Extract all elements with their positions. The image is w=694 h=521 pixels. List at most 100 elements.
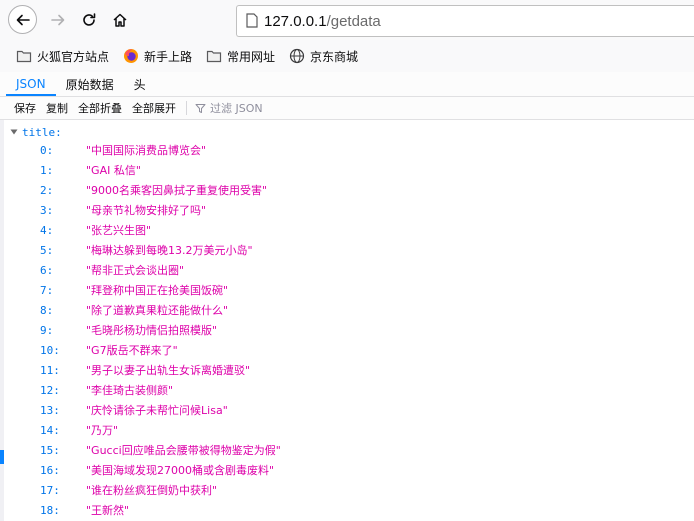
json-string-value: "9000名乘客因鼻拭子重复使用受害"	[86, 184, 268, 197]
json-index: 10:	[40, 343, 60, 357]
page-info-icon	[246, 13, 258, 28]
json-string-value: "GAI 私信"	[86, 164, 141, 177]
arrow-right-icon	[51, 14, 65, 26]
toolbar-divider	[186, 101, 187, 115]
url-text: 127.0.0.1/getdata	[264, 13, 381, 30]
json-row[interactable]: 14: "乃万"	[0, 420, 694, 440]
bookmark-label: 常用网址	[227, 49, 276, 64]
bookmark-getting-started[interactable]: 新手上路	[123, 44, 192, 68]
json-string-value: "母亲节礼物安排好了吗"	[86, 204, 207, 217]
json-row[interactable]: 17: "谁在粉丝疯狂倒奶中获利"	[0, 480, 694, 500]
home-button[interactable]	[106, 6, 134, 34]
json-row[interactable]: 12: "李佳琦古装侧颜"	[0, 380, 694, 400]
back-button[interactable]	[8, 5, 37, 34]
json-index: 7:	[40, 283, 54, 297]
json-index: 18:	[40, 503, 60, 517]
bookmark-label: 京东商城	[310, 49, 359, 64]
json-row[interactable]: 9: "毛晓彤杨玏情侣拍照模版"	[0, 320, 694, 340]
json-index: 17:	[40, 483, 60, 497]
json-tree: title: 0: "中国国际消费品博览会" 1: "GAI 私信" 2: "9000…	[0, 120, 694, 521]
json-string-value: "除了道歉真果粒还能做什么"	[86, 304, 229, 317]
home-icon	[113, 13, 127, 27]
json-string-value: "G7版岳不群来了"	[86, 344, 178, 357]
json-string-value: "谁在粉丝疯狂倒奶中获利"	[86, 484, 218, 497]
json-row[interactable]: 16: "美国海域发现27000桶或含剧毒废料"	[0, 460, 694, 480]
json-row[interactable]: 3: "母亲节礼物安排好了吗"	[0, 200, 694, 220]
json-viewer-tabs: JSON 原始数据 头	[0, 72, 694, 97]
filter-icon	[195, 103, 206, 113]
filter-placeholder: 过滤 JSON	[210, 102, 263, 115]
json-row[interactable]: 18: "王新然"	[0, 500, 694, 520]
json-row[interactable]: 7: "拜登称中国正在抢美国饭碗"	[0, 280, 694, 300]
address-bar[interactable]: 127.0.0.1/getdata	[236, 5, 694, 37]
forward-button[interactable]	[44, 6, 72, 34]
json-row[interactable]: 1: "GAI 私信"	[0, 160, 694, 180]
json-string-value: "美国海域发现27000桶或含剧毒废料"	[86, 464, 275, 477]
json-index: 2:	[40, 183, 54, 197]
json-index: 4:	[40, 223, 54, 237]
bookmark-label: 火狐官方站点	[37, 49, 110, 64]
json-row[interactable]: 4: "张艺兴生图"	[0, 220, 694, 240]
json-string-value: "帮非正式会谈出圈"	[86, 264, 185, 277]
json-index: 16:	[40, 463, 60, 477]
json-index: 3:	[40, 203, 54, 217]
bookmarks-toolbar: 火狐官方站点 新手上路 常用网址 京东商城	[0, 40, 694, 73]
json-string-value: "男子以妻子出轨生女诉离婚遭驳"	[86, 364, 251, 377]
json-string-value: "张艺兴生图"	[86, 224, 152, 237]
json-string-value: "李佳琦古装侧颜"	[86, 384, 174, 397]
json-index: 12:	[40, 383, 60, 397]
arrow-left-icon	[16, 14, 30, 25]
json-index: 8:	[40, 303, 54, 317]
json-string-value: "梅琳达躲到每晚13.2万美元小岛"	[86, 244, 253, 257]
tab-json[interactable]: JSON	[6, 73, 56, 96]
json-row[interactable]: 6: "帮非正式会谈出圈"	[0, 260, 694, 280]
firefox-icon	[123, 48, 139, 64]
json-index: 6:	[40, 263, 54, 277]
json-string-value: "拜登称中国正在抢美国饭碗"	[86, 284, 229, 297]
save-button[interactable]: 保存	[12, 100, 38, 116]
folder-icon	[16, 48, 32, 64]
json-string-value: "Gucci回应唯品会腰带被得物鉴定为假"	[86, 444, 281, 457]
json-row[interactable]: 11: "男子以妻子出轨生女诉离婚遭驳"	[0, 360, 694, 380]
json-index: 15:	[40, 443, 60, 457]
bookmark-jd-mall[interactable]: 京东商城	[289, 44, 358, 68]
bookmark-firefox-official[interactable]: 火狐官方站点	[16, 44, 109, 68]
json-index: 11:	[40, 363, 60, 377]
url-path: /getdata	[326, 12, 381, 30]
json-action-bar: 保存 复制 全部折叠 全部展开 过滤 JSON	[0, 97, 694, 120]
json-row[interactable]: 13: "庆怜请徐子未帮忙问候Lisa"	[0, 400, 694, 420]
json-row[interactable]: 15: "Gucci回应唯品会腰带被得物鉴定为假"	[0, 440, 694, 460]
json-row[interactable]: 8: "除了道歉真果粒还能做什么"	[0, 300, 694, 320]
json-index: 0:	[40, 143, 54, 157]
json-index: 5:	[40, 243, 54, 257]
browser-toolbar: 127.0.0.1/getdata	[0, 0, 694, 40]
json-index: 9:	[40, 323, 54, 337]
reload-button[interactable]	[75, 6, 103, 34]
bookmark-common-sites[interactable]: 常用网址	[206, 44, 275, 68]
json-row[interactable]: 5: "梅琳达躲到每晚13.2万美元小岛"	[0, 240, 694, 260]
expand-all-button[interactable]: 全部展开	[130, 100, 178, 116]
json-row[interactable]: 10: "G7版岳不群来了"	[0, 340, 694, 360]
tab-headers[interactable]: 头	[124, 73, 156, 96]
tab-raw-data[interactable]: 原始数据	[56, 73, 124, 96]
json-string-value: "王新然"	[86, 504, 130, 517]
json-row[interactable]: 0: "中国国际消费品博览会"	[0, 140, 694, 160]
json-string-value: "乃万"	[86, 424, 119, 437]
json-string-value: "庆怜请徐子未帮忙问候Lisa"	[86, 404, 228, 417]
json-row[interactable]: 2: "9000名乘客因鼻拭子重复使用受害"	[0, 180, 694, 200]
json-index: 13:	[40, 403, 60, 417]
json-index: 1:	[40, 163, 54, 177]
filter-json-input[interactable]: 过滤 JSON	[195, 100, 263, 116]
bookmark-label: 新手上路	[144, 49, 193, 64]
copy-button[interactable]: 复制	[44, 100, 70, 116]
triangle-down-icon[interactable]	[10, 128, 18, 136]
folder-icon	[206, 48, 222, 64]
json-key-title: title:	[22, 125, 62, 139]
json-root-row[interactable]: title:	[10, 124, 62, 140]
json-index: 14:	[40, 423, 60, 437]
json-string-value: "中国国际消费品博览会"	[86, 144, 207, 157]
url-host: 127.0.0.1	[264, 12, 327, 30]
reload-icon	[83, 13, 96, 26]
collapse-all-button[interactable]: 全部折叠	[76, 100, 124, 116]
json-string-value: "毛晓彤杨玏情侣拍照模版"	[86, 324, 218, 337]
